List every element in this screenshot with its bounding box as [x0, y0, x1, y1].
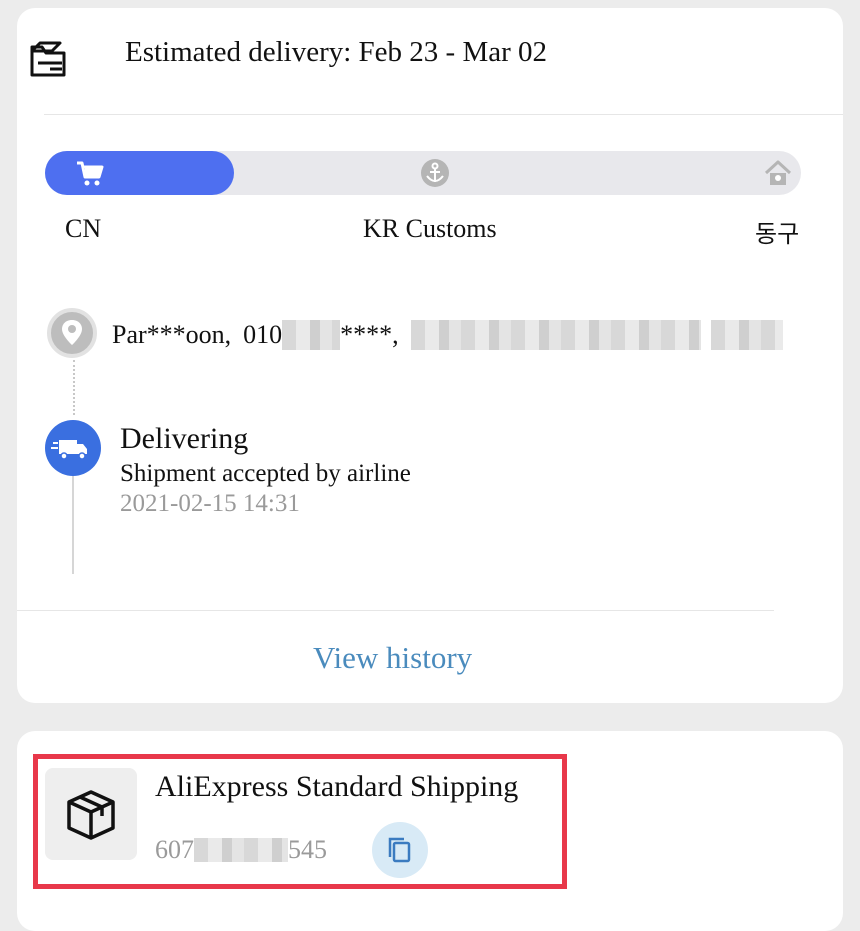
delivery-box-icon [30, 41, 66, 77]
redacted-address [410, 320, 701, 350]
truck-icon [45, 420, 101, 476]
package-icon [67, 790, 115, 840]
redacted-tracking [194, 838, 288, 862]
progress-fill [45, 151, 234, 195]
estimated-delivery: Estimated delivery: Feb 23 - Mar 02 [125, 36, 548, 68]
package-icon-tile [45, 768, 137, 860]
tracking-prefix: 607 [155, 835, 194, 864]
stage-label-customs: KR Customs [363, 214, 497, 243]
copy-icon [388, 837, 411, 863]
phone-prefix: 010 [243, 320, 283, 349]
redacted-phone [282, 320, 341, 350]
cart-icon [77, 161, 104, 186]
view-history-link[interactable]: View history [313, 640, 472, 676]
timeline-connector [72, 476, 74, 574]
tracking-number: 607 545 [155, 835, 327, 865]
tracking-suffix: 545 [288, 835, 327, 864]
timeline-connector-dotted [73, 360, 75, 415]
copy-tracking-button[interactable] [372, 822, 428, 878]
anchor-icon [421, 159, 449, 187]
stage-label-origin: CN [65, 214, 102, 243]
home-icon [764, 160, 792, 185]
delivery-address: Par***oon, 010 ****, [112, 320, 783, 350]
status-title: Delivering [120, 422, 249, 455]
redacted-address-detail [710, 320, 783, 350]
status-description: Shipment accepted by airline [120, 460, 411, 487]
divider [44, 114, 843, 115]
recipient-name: Par***oon, [112, 320, 232, 349]
divider [17, 610, 774, 611]
stage-label-destination: 동구 [755, 220, 800, 248]
shipping-method-name: AliExpress Standard Shipping [155, 770, 519, 803]
phone-suffix: ****, [340, 320, 399, 349]
tracking-card [17, 8, 843, 703]
location-pin-icon [47, 308, 97, 358]
status-timestamp: 2021-02-15 14:31 [120, 490, 300, 517]
